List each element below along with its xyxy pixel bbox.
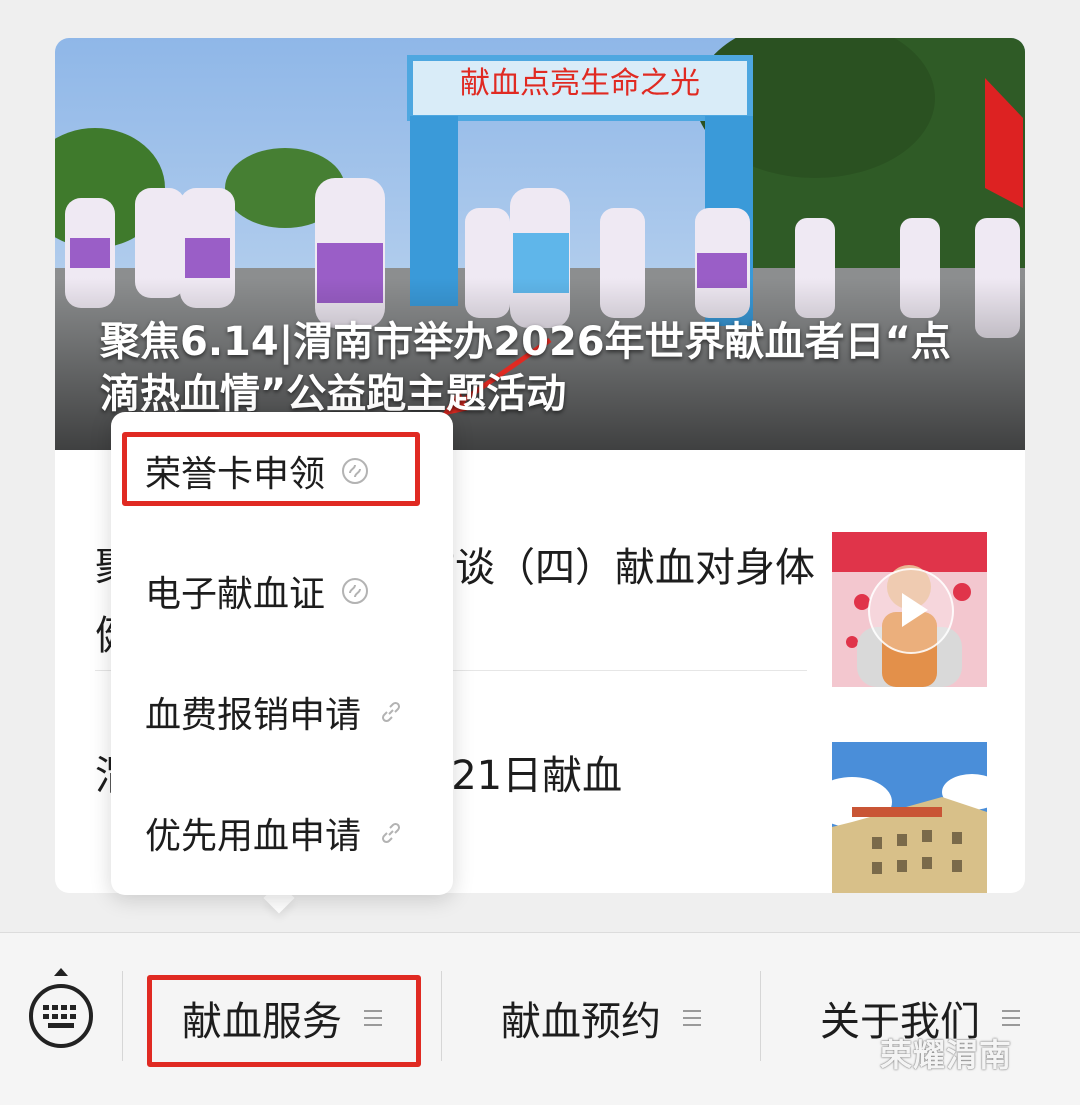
submenu-item-label: 优先用血申请 bbox=[145, 816, 362, 857]
menu-icon bbox=[1002, 1010, 1020, 1026]
tab-label: 献血预约 bbox=[501, 999, 661, 1045]
arch-text: 献血点亮生命之光 bbox=[460, 66, 700, 101]
hero-title: 聚焦6.14|渭南市举办2026年世界献血者日“点滴热血情”公益跑主题活动 bbox=[100, 319, 951, 417]
article-thumbnail bbox=[832, 532, 987, 687]
menu-separator bbox=[760, 971, 761, 1061]
menu-separator bbox=[441, 971, 442, 1061]
link-icon bbox=[377, 698, 405, 726]
menu-separator bbox=[122, 971, 123, 1061]
submenu-item-priority-blood[interactable]: 优先用血申请 bbox=[111, 774, 453, 892]
play-icon[interactable] bbox=[868, 568, 954, 654]
caret-up-icon bbox=[54, 968, 68, 976]
highlight-box-blood-service bbox=[147, 975, 421, 1067]
submenu-item-e-certificate[interactable]: 电子献血证 bbox=[111, 532, 453, 650]
menu-icon bbox=[683, 1010, 701, 1026]
hero-article[interactable]: 献血点亮生命之光 聚焦6.14|渭南市举办2026年世界献血者日“点滴热血情”公… bbox=[55, 38, 1025, 450]
tab-blood-appointment[interactable]: 献血预约 bbox=[443, 973, 759, 1063]
keyboard-icon[interactable] bbox=[28, 983, 94, 1049]
article-thumbnail bbox=[832, 742, 987, 893]
mini-program-icon bbox=[341, 577, 369, 605]
link-icon bbox=[377, 819, 405, 847]
submenu-item-label: 血费报销申请 bbox=[145, 695, 362, 736]
submenu-item-label: 电子献血证 bbox=[145, 574, 326, 615]
highlight-box-honor-card bbox=[122, 432, 420, 506]
building-photo bbox=[832, 742, 987, 893]
watermark: 荣耀渭南 bbox=[880, 1036, 1013, 1074]
submenu-item-reimbursement[interactable]: 血费报销申请 bbox=[111, 653, 453, 771]
